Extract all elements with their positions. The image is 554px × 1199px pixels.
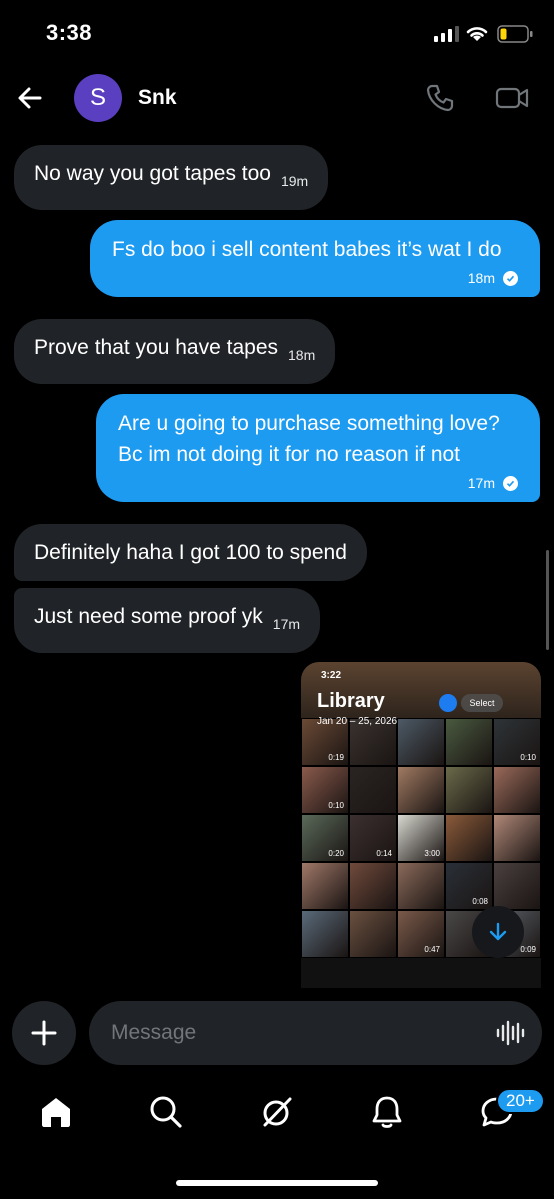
contact-name[interactable]: Snk	[138, 86, 177, 110]
photo-thumbnail: 0:47	[397, 910, 445, 958]
video-duration: 0:08	[472, 897, 488, 906]
message-incoming[interactable]: Just need some proof yk 17m	[14, 588, 321, 653]
select-label: Select	[461, 694, 503, 712]
scrollbar[interactable]	[546, 550, 549, 650]
video-duration: 0:09	[520, 945, 536, 954]
grok-icon[interactable]	[259, 1094, 295, 1130]
library-title: Library	[317, 690, 385, 712]
back-arrow-icon[interactable]	[14, 82, 46, 114]
home-indicator	[176, 1180, 378, 1186]
photo-thumbnail	[493, 766, 541, 814]
photo-thumbnail: 0:20	[301, 814, 349, 862]
video-duration: 0:19	[328, 753, 344, 762]
message-outgoing[interactable]: Fs do boo i sell content babes it’s wat …	[90, 220, 540, 297]
photo-thumbnail	[301, 862, 349, 910]
status-bar: 3:38	[0, 0, 554, 66]
arrow-down-icon	[489, 922, 507, 941]
search-icon	[439, 694, 457, 712]
photo-thumbnail: 0:10	[301, 766, 349, 814]
home-icon[interactable]	[38, 1094, 74, 1130]
signal-icon	[434, 26, 459, 42]
library-header: 3:22 Library Select	[301, 662, 541, 718]
video-duration: 0:10	[328, 801, 344, 810]
photo-thumbnail	[445, 766, 493, 814]
add-media-button[interactable]	[12, 1001, 76, 1065]
message-meta: 17m	[118, 474, 518, 492]
avatar-letter: S	[89, 84, 106, 111]
search-icon[interactable]	[148, 1094, 184, 1130]
message-text-line2: Bc im not doing it for no reason if not	[118, 443, 461, 466]
photo-thumbnail	[349, 862, 397, 910]
photo-thumbnail: 3:00	[397, 814, 445, 862]
phone-icon[interactable]	[424, 82, 456, 114]
message-text: Definitely haha I got 100 to spend	[34, 541, 347, 564]
message-time: 17m	[467, 475, 495, 491]
message-meta: 18m	[112, 269, 518, 287]
photo-thumbnail: 0:08	[445, 862, 493, 910]
read-check-icon	[503, 475, 518, 491]
video-duration: 0:10	[520, 753, 536, 762]
status-time: 3:38	[46, 20, 93, 45]
read-check-icon	[503, 270, 518, 286]
photo-thumbnail	[445, 814, 493, 862]
message-time: 19m	[280, 173, 309, 189]
conversation-header: S Snk	[0, 70, 554, 126]
message-text: No way you got tapes too	[34, 162, 271, 185]
photo-thumbnail	[445, 718, 493, 766]
scroll-down-button[interactable]	[472, 906, 524, 958]
photo-thumbnail	[493, 862, 541, 910]
message-text: Prove that you have tapes	[34, 336, 278, 359]
battery-icon	[497, 25, 533, 43]
notifications-icon[interactable]	[369, 1094, 405, 1130]
video-duration: 0:47	[424, 945, 440, 954]
voice-message-icon[interactable]	[495, 1019, 525, 1047]
photo-thumbnail	[397, 718, 445, 766]
photo-thumbnail	[397, 862, 445, 910]
avatar[interactable]: S	[74, 74, 122, 122]
photo-thumbnail	[301, 910, 349, 958]
plus-icon	[31, 1020, 57, 1046]
message-incoming[interactable]: Definitely haha I got 100 to spend	[14, 524, 367, 581]
library-date: Jan 20 – 25, 2026	[317, 716, 398, 727]
photo-thumbnail	[349, 910, 397, 958]
message-text: Just need some proof yk	[34, 605, 263, 628]
video-call-icon[interactable]	[494, 82, 530, 114]
message-text-line1: Are u going to purchase something love?	[118, 412, 500, 435]
wifi-icon	[466, 27, 488, 41]
message-input[interactable]	[111, 1001, 481, 1065]
messages-badge: 20+	[496, 1088, 545, 1114]
message-incoming[interactable]: Prove that you have tapes 18m	[14, 319, 336, 384]
video-duration: 0:20	[328, 849, 344, 858]
message-outgoing[interactable]: Are u going to purchase something love? …	[96, 394, 540, 502]
photo-thumbnail	[397, 766, 445, 814]
photo-thumbnail: 0:10	[493, 718, 541, 766]
photo-thumbnail	[493, 814, 541, 862]
photo-thumbnail: 0:14	[349, 814, 397, 862]
library-time: 3:22	[321, 670, 342, 681]
video-duration: 0:14	[376, 849, 392, 858]
message-incoming[interactable]: No way you got tapes too 19m	[14, 145, 329, 210]
message-time: 17m	[272, 616, 301, 632]
photo-thumbnail	[349, 766, 397, 814]
message-composer	[89, 1001, 542, 1065]
message-time: 18m	[467, 270, 495, 286]
video-duration: 3:00	[424, 849, 440, 858]
message-text: Fs do boo i sell content babes it’s wat …	[112, 238, 502, 261]
message-time: 18m	[288, 347, 316, 363]
